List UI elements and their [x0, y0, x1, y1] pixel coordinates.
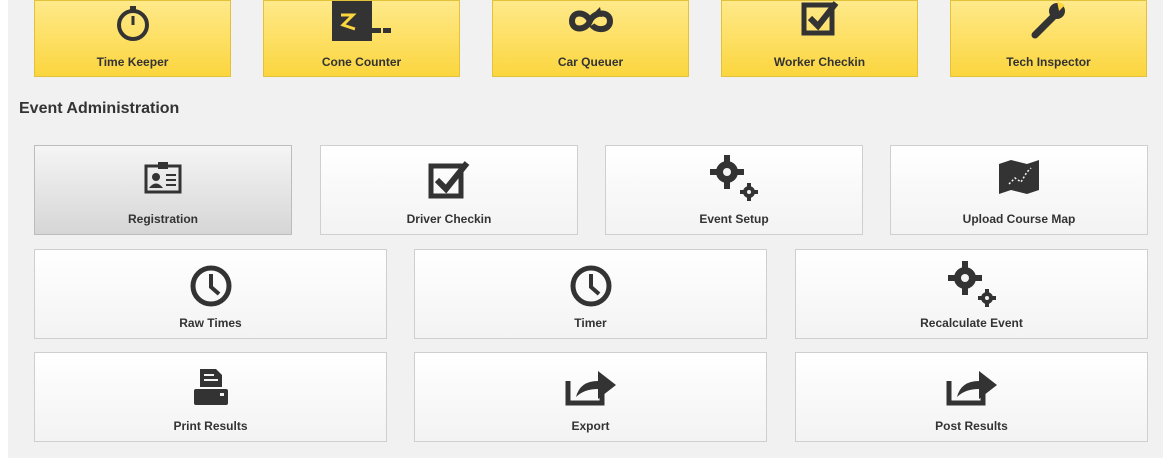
tile-label: Cone Counter [321, 55, 402, 69]
tech-inspector-tile[interactable]: Tech Inspector [950, 0, 1147, 77]
recalculate-event-tile[interactable]: Recalculate Event [795, 249, 1148, 339]
clock-icon [569, 264, 613, 313]
gears-icon [707, 152, 761, 209]
checkbox-icon [800, 1, 840, 44]
tile-label: Raw Times [179, 316, 242, 330]
export-icon [564, 367, 618, 412]
tile-label: Time Keeper [96, 55, 169, 69]
tile-label: Car Queuer [557, 55, 624, 69]
tile-label: Worker Checkin [773, 55, 866, 69]
stopwatch-icon [113, 3, 153, 48]
tile-label: Registration [127, 212, 198, 226]
checkbox-icon [427, 160, 471, 205]
tile-label: Event Setup [699, 212, 769, 226]
tile-label: Upload Course Map [962, 212, 1076, 226]
id-card-icon [144, 161, 182, 200]
tile-label: Recalculate Event [920, 316, 1023, 330]
cone-counter-tile[interactable]: Cone Counter [263, 0, 460, 77]
driver-checkin-tile[interactable]: Driver Checkin [320, 145, 578, 235]
map-icon [997, 158, 1041, 201]
timer-tile[interactable]: Timer [414, 249, 767, 339]
raw-times-tile[interactable]: Raw Times [34, 249, 387, 339]
tile-label: Driver Checkin [406, 212, 492, 226]
export-icon [945, 367, 999, 412]
loop-icon [566, 3, 616, 44]
cone-counter-icon [327, 1, 397, 48]
registration-tile[interactable]: Registration [34, 145, 292, 235]
event-setup-tile[interactable]: Event Setup [605, 145, 863, 235]
print-results-tile[interactable]: Print Results [34, 352, 387, 442]
tile-label: Timer [574, 316, 607, 330]
worker-checkin-tile[interactable]: Worker Checkin [721, 0, 918, 77]
section-title: Event Administration [19, 100, 180, 117]
export-tile[interactable]: Export [414, 352, 767, 442]
printer-icon [190, 367, 232, 414]
tile-label: Tech Inspector [1006, 55, 1091, 69]
car-queuer-tile[interactable]: Car Queuer [492, 0, 689, 77]
wrench-icon [1029, 1, 1069, 44]
tile-label: Post Results [935, 419, 1008, 433]
time-keeper-tile[interactable]: Time Keeper [34, 0, 231, 77]
gears-icon [945, 258, 999, 315]
clock-icon [189, 264, 233, 313]
post-results-tile[interactable]: Post Results [795, 352, 1148, 442]
upload-course-map-tile[interactable]: Upload Course Map [890, 145, 1148, 235]
tile-label: Export [571, 419, 610, 433]
tile-label: Print Results [173, 419, 248, 433]
